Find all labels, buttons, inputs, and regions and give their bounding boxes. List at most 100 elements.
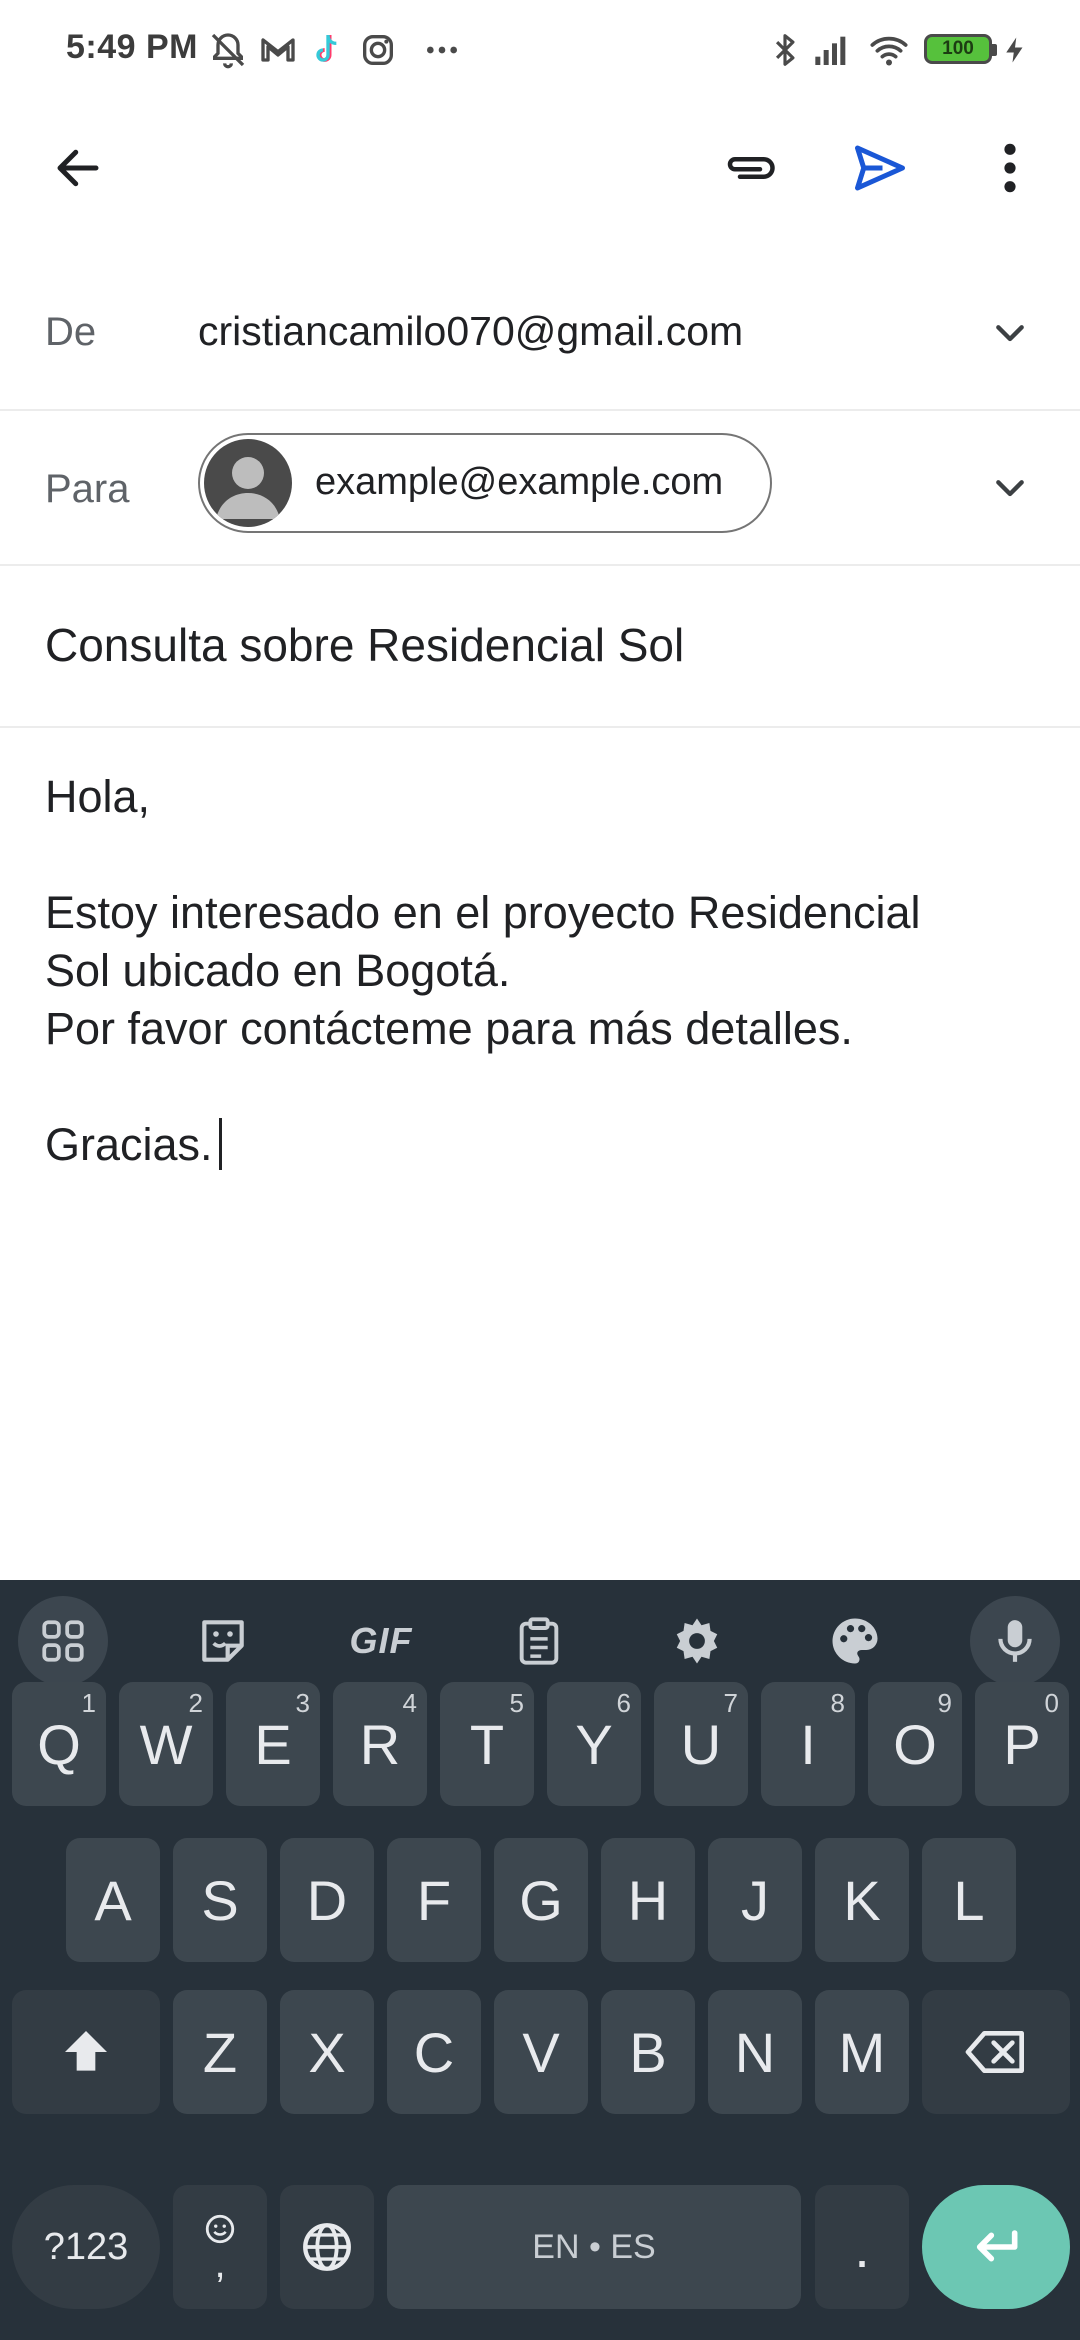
body-last-line: Gracias. bbox=[45, 1116, 1045, 1174]
subject-field[interactable]: Consulta sobre Residencial Sol bbox=[45, 618, 684, 672]
symbols-key[interactable]: ?123 bbox=[12, 2185, 160, 2309]
from-value: cristiancamilo070@gmail.com bbox=[198, 308, 744, 354]
key-hint: 7 bbox=[723, 1688, 738, 1718]
from-row[interactable]: De cristiancamilo070@gmail.com bbox=[0, 256, 1080, 411]
key-label: L bbox=[953, 1868, 985, 1932]
gif-button[interactable]: GIF bbox=[336, 1596, 426, 1686]
send-button[interactable] bbox=[840, 128, 920, 208]
body-line: Por favor contácteme para más detalles. bbox=[45, 1003, 853, 1054]
enter-key[interactable] bbox=[922, 2185, 1070, 2309]
key-hint: 5 bbox=[509, 1688, 524, 1718]
attach-button[interactable] bbox=[710, 128, 790, 208]
apps-grid-icon bbox=[42, 1620, 84, 1662]
key-y[interactable]: Y6 bbox=[547, 1682, 641, 1806]
key-k[interactable]: K bbox=[815, 1838, 909, 1962]
key-c[interactable]: C bbox=[387, 1990, 481, 2114]
key-l[interactable]: L bbox=[922, 1838, 1016, 1962]
person-icon bbox=[216, 457, 280, 519]
send-icon bbox=[855, 145, 905, 191]
clipboard-button[interactable] bbox=[494, 1596, 584, 1686]
key-hint: 4 bbox=[402, 1688, 417, 1718]
key-label: M bbox=[838, 2020, 886, 2084]
key-hint: 0 bbox=[1044, 1688, 1059, 1718]
gmail-icon bbox=[258, 30, 298, 70]
back-button[interactable] bbox=[38, 128, 118, 208]
backspace-key[interactable] bbox=[922, 1990, 1070, 2114]
key-label: S bbox=[201, 1868, 239, 1932]
key-v[interactable]: V bbox=[494, 1990, 588, 2114]
subject-row[interactable]: Consulta sobre Residencial Sol bbox=[0, 566, 1080, 728]
from-expand-button[interactable] bbox=[980, 304, 1040, 364]
key-label: W bbox=[139, 1712, 193, 1776]
to-expand-button[interactable] bbox=[980, 459, 1040, 519]
recipient-email: example@example.com bbox=[315, 461, 724, 503]
key-label: R bbox=[359, 1712, 401, 1776]
key-label: D bbox=[306, 1868, 348, 1932]
body-line bbox=[45, 826, 1045, 884]
key-label: X bbox=[308, 2020, 346, 2084]
key-w[interactable]: W2 bbox=[119, 1682, 213, 1806]
settings-button[interactable] bbox=[652, 1596, 742, 1686]
key-z[interactable]: Z bbox=[173, 1990, 267, 2114]
apps-grid-button[interactable] bbox=[18, 1596, 108, 1686]
message-body[interactable]: Hola, Estoy interesado en el proyecto Re… bbox=[45, 768, 1045, 1174]
key-m[interactable]: M bbox=[815, 1990, 909, 2114]
key-n[interactable]: N bbox=[708, 1990, 802, 2114]
key-label: J bbox=[741, 1868, 769, 1932]
key-r[interactable]: R4 bbox=[333, 1682, 427, 1806]
key-label: B bbox=[629, 2020, 667, 2084]
backspace-icon bbox=[965, 2031, 1024, 2073]
key-o[interactable]: O9 bbox=[868, 1682, 962, 1806]
body-line: Estoy interesado en el proyecto Residenc… bbox=[45, 887, 921, 938]
key-u[interactable]: U7 bbox=[654, 1682, 748, 1806]
key-t[interactable]: T5 bbox=[440, 1682, 534, 1806]
palette-icon bbox=[832, 1618, 878, 1664]
voice-input-button[interactable] bbox=[970, 1596, 1060, 1686]
language-key[interactable] bbox=[280, 2185, 374, 2309]
status-time: 5:49 PM bbox=[66, 28, 198, 66]
recipient-chip[interactable]: example@example.com bbox=[198, 433, 772, 533]
instagram-icon bbox=[358, 30, 398, 70]
key-b[interactable]: B bbox=[601, 1990, 695, 2114]
battery-level: 100 bbox=[942, 38, 974, 59]
key-a[interactable]: A bbox=[66, 1838, 160, 1962]
key-f[interactable]: F bbox=[387, 1838, 481, 1962]
key-label: O bbox=[893, 1712, 937, 1776]
more-icon bbox=[420, 30, 464, 70]
comma-emoji-key[interactable]: , bbox=[173, 2185, 267, 2309]
period-key[interactable]: . bbox=[815, 2185, 909, 2309]
key-label: T bbox=[469, 1712, 505, 1776]
bluetooth-icon bbox=[766, 30, 804, 70]
emoji-icon bbox=[205, 2214, 235, 2244]
sticker-icon bbox=[202, 1620, 244, 1662]
key-label: . bbox=[854, 2215, 870, 2279]
status-bar: 5:49 PM 100 bbox=[0, 0, 1080, 100]
key-label: E bbox=[254, 1712, 292, 1776]
key-q[interactable]: Q1 bbox=[12, 1682, 106, 1806]
key-d[interactable]: D bbox=[280, 1838, 374, 1962]
overflow-menu-button[interactable] bbox=[970, 128, 1050, 208]
chevron-down-icon bbox=[996, 480, 1024, 497]
key-label: V bbox=[522, 2020, 560, 2084]
key-label: , bbox=[214, 2242, 226, 2286]
key-hint: 3 bbox=[295, 1688, 310, 1718]
key-hint: 8 bbox=[830, 1688, 845, 1718]
key-p[interactable]: P0 bbox=[975, 1682, 1069, 1806]
wifi-icon bbox=[866, 30, 912, 70]
key-h[interactable]: H bbox=[601, 1838, 695, 1962]
theme-button[interactable] bbox=[810, 1596, 900, 1686]
shift-key[interactable] bbox=[12, 1990, 160, 2114]
key-e[interactable]: E3 bbox=[226, 1682, 320, 1806]
key-g[interactable]: G bbox=[494, 1838, 588, 1962]
key-s[interactable]: S bbox=[173, 1838, 267, 1962]
body-line: Hola, bbox=[45, 771, 151, 822]
key-label: C bbox=[413, 2020, 455, 2084]
signal-icon bbox=[810, 30, 854, 70]
key-x[interactable]: X bbox=[280, 1990, 374, 2114]
to-row[interactable]: Para example@example.com bbox=[0, 411, 1080, 566]
space-key[interactable]: EN • ES bbox=[387, 2185, 801, 2309]
shift-icon bbox=[65, 2031, 107, 2071]
key-i[interactable]: I8 bbox=[761, 1682, 855, 1806]
sticker-button[interactable] bbox=[178, 1596, 268, 1686]
key-j[interactable]: J bbox=[708, 1838, 802, 1962]
